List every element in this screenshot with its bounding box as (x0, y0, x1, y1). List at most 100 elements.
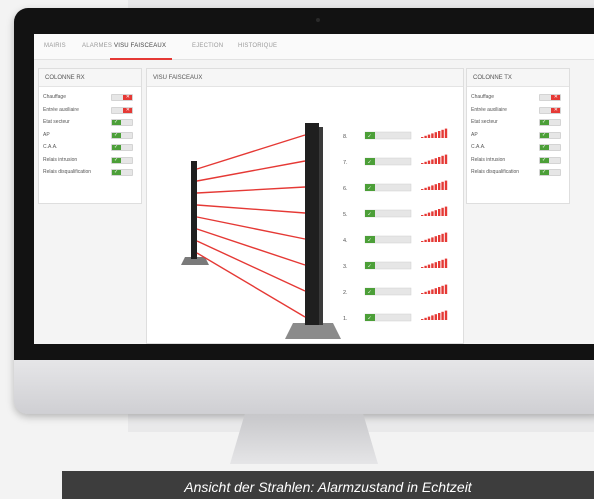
signal-strength-bar (438, 261, 441, 268)
signal-strength-bar (434, 262, 437, 268)
signal-strength-bar (441, 181, 444, 190)
signal-strength-bar (431, 159, 434, 164)
signal-strength-bar (431, 185, 434, 190)
monitor-stand (230, 414, 378, 464)
signal-strength-bar (438, 131, 441, 138)
signal-strength-bar (431, 315, 434, 320)
signal-strength-bar (424, 161, 427, 164)
check-mark-icon: ✓ (114, 131, 119, 138)
rx-status-label: C.A.A. (43, 144, 58, 150)
signal-strength-bar (421, 215, 424, 216)
signal-strength-bar (444, 284, 448, 294)
tx-column-base (285, 323, 341, 339)
signal-strength-bar (427, 212, 431, 216)
rx-status-indicator: ✓ (111, 131, 133, 139)
active-tab-indicator (110, 58, 172, 60)
beam-line (196, 216, 306, 240)
tx-status-row: Entrée auxiliaire ✕ (467, 106, 569, 117)
signal-strength-bar (421, 163, 424, 164)
tx-status-indicator: ✓ (539, 119, 561, 126)
tx-status-label: Etat secteur (471, 119, 498, 125)
tx-status-indicator: ✓ (539, 144, 561, 151)
rx-status-label: Entrée auxiliaire (43, 106, 79, 113)
signal-strength-bar (421, 293, 424, 294)
rx-status-indicator: ✓ (111, 119, 133, 126)
tx-status-indicator: ✓ (539, 156, 561, 164)
check-mark-icon: ✓ (368, 238, 372, 244)
signal-strength-bar (427, 160, 431, 164)
check-mark-icon: ✓ (542, 156, 547, 163)
tab-historique[interactable]: HISTORIQUE (238, 43, 277, 49)
rx-panel: COLONNE RX Chauffage ✕ Entrée auxiliaire ✕ E… (38, 68, 142, 204)
signal-strength-bar (444, 310, 448, 320)
check-mark-icon: ✓ (368, 160, 372, 166)
signal-strength-bar (438, 287, 441, 294)
rx-status-indicator: ✓ (111, 169, 133, 176)
beam-line (196, 186, 306, 194)
tab-ejection[interactable]: EJECTION (192, 43, 223, 49)
rx-status-row: Etat secteur ✓ (39, 118, 141, 129)
signal-strength-bar (441, 285, 444, 294)
caption-text: Ansicht der Strahlen: Alarmzustand in Ec… (184, 479, 472, 495)
signal-strength-bar (421, 319, 424, 320)
beam-line (196, 252, 306, 318)
tx-status-row: C.A.A. ✓ (467, 143, 569, 154)
signal-strength-bar (424, 317, 427, 320)
beam-number: 8. (343, 134, 348, 140)
rx-status-row: Entrée auxiliaire ✕ (39, 106, 141, 117)
signal-strength-bar (424, 239, 427, 242)
signal-strength-bar (434, 236, 437, 242)
check-mark-icon: ✓ (368, 134, 372, 140)
tx-status-label: Relais intrusion (471, 156, 506, 163)
tx-status-label: Relais disqualification (471, 169, 520, 175)
signal-strength-bar (434, 288, 437, 294)
signal-strength-bar (424, 265, 427, 268)
tx-status-label: Entrée auxiliaire (471, 106, 507, 113)
check-mark-icon: ✓ (542, 119, 547, 125)
signal-strength-bar (431, 263, 434, 268)
signal-strength-bar (424, 291, 427, 294)
signal-strength-bar (441, 233, 444, 242)
signal-strength-bar (444, 206, 448, 216)
tx-status-indicator: ✕ (539, 106, 561, 114)
signal-strength-bar (431, 211, 434, 216)
check-mark-icon: ✓ (542, 131, 547, 138)
beam-line (196, 240, 306, 292)
signal-strength-bar (434, 158, 437, 164)
tx-column-side (319, 127, 323, 325)
tab-alarmes[interactable]: ALARMES (82, 43, 112, 49)
beam-number: 7. (343, 160, 348, 166)
rx-status-label: Relais intrusion (43, 156, 78, 163)
tab-visu-faisceaux[interactable]: VISU FAISCEAUX (114, 43, 166, 49)
cross-mark-icon: ✕ (553, 106, 558, 113)
beam-panel-header: VISU FAISCEAUX (147, 69, 463, 87)
tab-mairis[interactable]: MAIRIS (44, 43, 66, 49)
tx-status-indicator: ✓ (539, 169, 561, 176)
check-mark-icon: ✓ (542, 169, 547, 175)
signal-strength-bar (444, 232, 448, 242)
signal-strength-bar (427, 264, 431, 268)
rx-status-row: C.A.A. ✓ (39, 143, 141, 154)
rx-panel-title: COLONNE RX (45, 75, 85, 81)
signal-strength-bar (441, 311, 444, 320)
rx-status-row: Chauffage ✕ (39, 93, 141, 104)
signal-strength-bar (421, 267, 424, 268)
signal-strength-bar (438, 235, 441, 242)
tx-panel: COLONNE TX Chauffage ✕ Entrée auxiliaire ✕ E… (466, 68, 570, 204)
check-mark-icon: ✓ (114, 156, 119, 163)
tx-status-indicator: ✓ (539, 131, 561, 139)
beam-number: 2. (343, 290, 348, 296)
beam-line (196, 228, 306, 266)
tab-bar: MAIRIS ALARMES VISU FAISCEAUX EJECTION H… (34, 34, 594, 60)
cross-mark-icon: ✕ (125, 106, 130, 113)
beam-number: 5. (343, 212, 348, 218)
rx-panel-header: COLONNE RX (39, 69, 141, 87)
signal-strength-bar (441, 155, 444, 164)
signal-strength-bar (427, 238, 431, 242)
signal-strength-bar (431, 289, 434, 294)
check-mark-icon: ✓ (114, 169, 119, 175)
rx-status-indicator: ✓ (111, 144, 133, 151)
tx-status-label: Chauffage (471, 94, 494, 100)
check-mark-icon: ✓ (368, 186, 372, 192)
check-mark-icon: ✓ (114, 144, 119, 150)
